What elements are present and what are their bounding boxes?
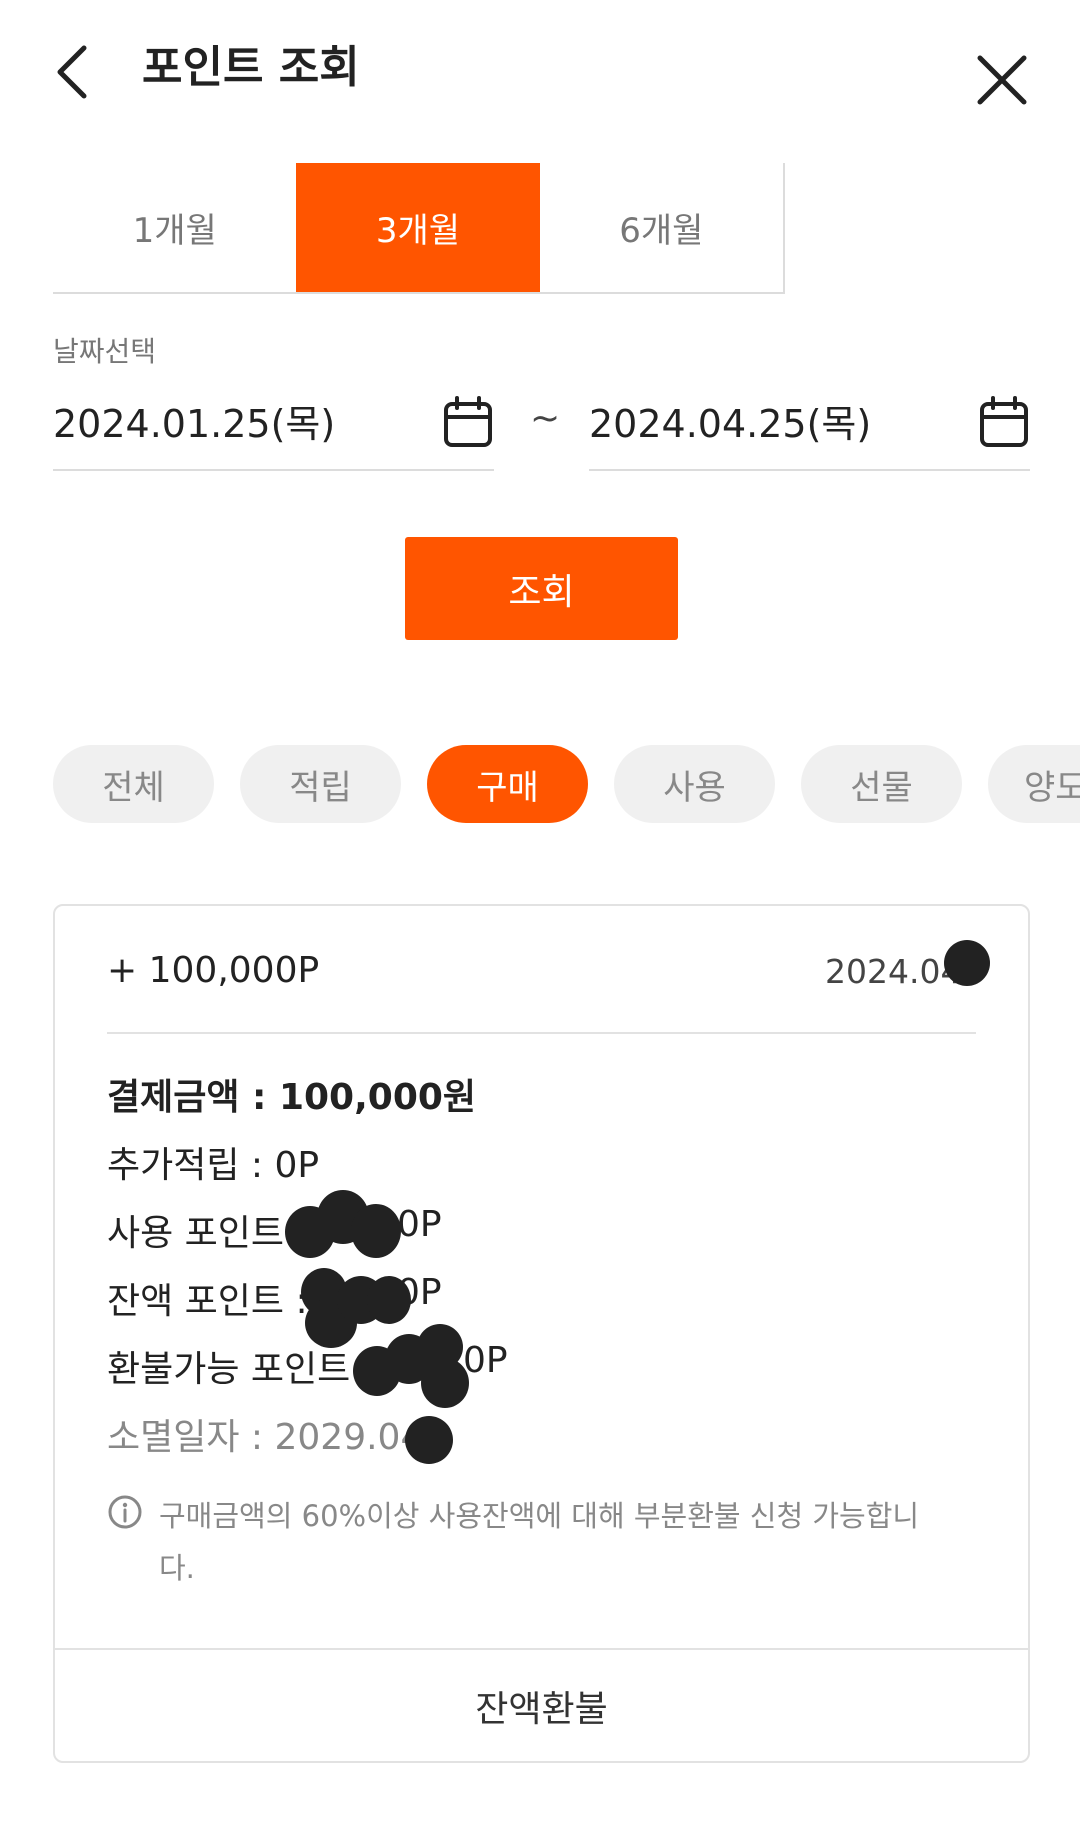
tab-6-months[interactable]: 6개월 [539, 163, 783, 292]
balance-refund-button[interactable]: 잔액환불 [55, 1650, 1028, 1761]
page-title: 포인트 조회 [142, 42, 360, 93]
app-header: 포인트 조회 [0, 0, 1080, 140]
calendar-icon[interactable] [442, 395, 494, 449]
calendar-icon[interactable] [978, 395, 1030, 449]
redaction-mark [351, 1204, 401, 1258]
expiry-date: 소멸일자 : 2029.04. [107, 1417, 435, 1458]
balance-points-label: 잔액 포인트 : [107, 1281, 308, 1322]
used-points-label: 사용 포인트 [107, 1213, 285, 1254]
close-icon[interactable] [972, 50, 1032, 110]
filter-chips: 전체 적립 구매 사용 선물 양도 [53, 745, 1080, 825]
chip-use[interactable]: 사용 [614, 745, 775, 823]
end-date-field[interactable]: 2024.04.25(목) [589, 385, 1030, 471]
tab-3-months[interactable]: 3개월 [296, 163, 540, 292]
divider [107, 1032, 976, 1034]
refundable-points-label: 환불가능 포인트 [107, 1349, 351, 1390]
chip-transfer[interactable]: 양도 [988, 745, 1080, 823]
redaction-mark [421, 1358, 469, 1408]
date-select-label: 날짜선택 [53, 335, 157, 368]
start-date-field[interactable]: 2024.01.25(목) [53, 385, 494, 471]
redaction-mark [367, 1276, 411, 1324]
redaction-mark [405, 1416, 453, 1464]
refund-notice-text: 구매금액의 60%이상 사용잔액에 대해 부분환불 신청 가능합니다. [159, 1499, 920, 1585]
chip-purchase[interactable]: 구매 [427, 745, 588, 823]
used-points-suffix: 0P [397, 1204, 442, 1245]
info-icon [108, 1495, 142, 1529]
refundable-points-suffix: 0P [463, 1340, 508, 1381]
start-date-value: 2024.01.25(목) [53, 402, 336, 446]
record-amount: + 100,000P [107, 950, 320, 991]
chevron-left-icon[interactable] [50, 42, 94, 102]
tab-1-month[interactable]: 1개월 [53, 163, 297, 292]
search-button[interactable]: 조회 [405, 537, 678, 640]
chip-gift[interactable]: 선물 [801, 745, 962, 823]
chip-earn[interactable]: 적립 [240, 745, 401, 823]
point-record-card: + 100,000P 2024.04. 결제금액 : 100,000원 추가적립… [53, 904, 1030, 1763]
redaction-mark [944, 940, 990, 986]
period-tabs: 1개월 3개월 6개월 [53, 163, 785, 294]
extra-points: 추가적립 : 0P [107, 1145, 320, 1186]
date-separator: ~ [530, 398, 561, 439]
chip-all[interactable]: 전체 [53, 745, 214, 823]
end-date-value: 2024.04.25(목) [589, 402, 872, 446]
payment-amount: 결제금액 : 100,000원 [107, 1077, 477, 1118]
